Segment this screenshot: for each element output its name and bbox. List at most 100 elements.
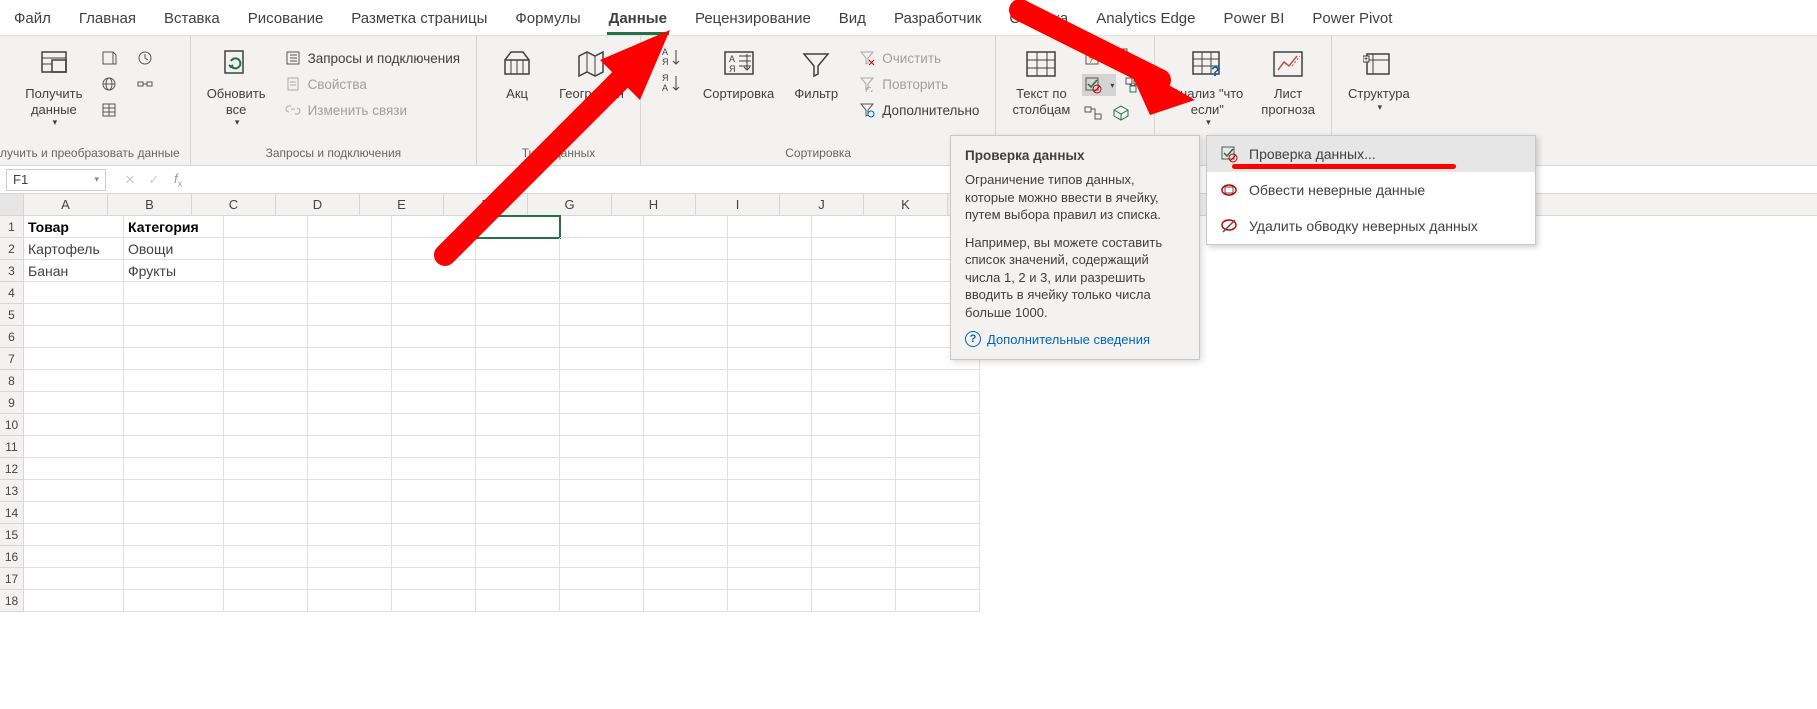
cell[interactable] (24, 392, 124, 414)
cell[interactable] (476, 590, 560, 612)
cell[interactable] (812, 348, 896, 370)
cell[interactable] (476, 392, 560, 414)
row-header[interactable]: 2 (0, 238, 24, 260)
cell[interactable] (560, 304, 644, 326)
row-header[interactable]: 16 (0, 546, 24, 568)
geography-button[interactable]: География▾ (553, 40, 630, 116)
cell[interactable] (644, 260, 728, 282)
cell[interactable] (392, 480, 476, 502)
outline-button[interactable]: + Структура▾ (1342, 40, 1416, 116)
cell[interactable] (224, 326, 308, 348)
cell[interactable] (392, 436, 476, 458)
cell[interactable] (560, 436, 644, 458)
cell[interactable] (476, 260, 560, 282)
cell[interactable] (812, 392, 896, 414)
cell[interactable] (560, 502, 644, 524)
cell[interactable] (392, 502, 476, 524)
cell[interactable] (308, 392, 392, 414)
cell[interactable] (728, 326, 812, 348)
from-table-button[interactable] (94, 98, 124, 122)
row-header[interactable]: 17 (0, 568, 24, 590)
cell[interactable] (308, 370, 392, 392)
cell[interactable] (644, 590, 728, 612)
cell[interactable] (644, 524, 728, 546)
cell[interactable] (124, 546, 224, 568)
cell[interactable] (308, 480, 392, 502)
cell[interactable] (476, 524, 560, 546)
cell[interactable] (24, 436, 124, 458)
tab-developer[interactable]: Разработчик (880, 2, 995, 34)
col-header-C[interactable]: C (192, 194, 276, 215)
cell[interactable] (308, 282, 392, 304)
cell[interactable] (308, 260, 392, 282)
cell[interactable] (812, 216, 896, 238)
refresh-all-button[interactable]: Обновить все▾ (201, 40, 272, 132)
cell[interactable] (308, 590, 392, 612)
cell[interactable] (24, 348, 124, 370)
cell[interactable] (728, 392, 812, 414)
cell[interactable] (896, 458, 980, 480)
col-header-E[interactable]: E (360, 194, 444, 215)
cell[interactable] (24, 480, 124, 502)
cell[interactable] (308, 238, 392, 260)
cell[interactable] (392, 546, 476, 568)
cell[interactable] (812, 304, 896, 326)
cell[interactable] (560, 282, 644, 304)
cell[interactable] (812, 458, 896, 480)
cell[interactable] (560, 590, 644, 612)
tab-analytics-edge[interactable]: Analytics Edge (1082, 2, 1209, 34)
cell[interactable] (644, 458, 728, 480)
cell[interactable]: Овощи (124, 238, 224, 260)
tab-formulas[interactable]: Формулы (501, 2, 594, 34)
row-header[interactable]: 4 (0, 282, 24, 304)
cell[interactable] (124, 370, 224, 392)
cell[interactable] (476, 304, 560, 326)
cell[interactable] (392, 238, 476, 260)
cell[interactable] (644, 436, 728, 458)
cell[interactable] (812, 260, 896, 282)
row-header[interactable]: 11 (0, 436, 24, 458)
cell[interactable] (392, 458, 476, 480)
cell[interactable] (224, 524, 308, 546)
cell[interactable] (476, 282, 560, 304)
cell[interactable] (392, 216, 476, 238)
col-header-K[interactable]: K (864, 194, 948, 215)
cell[interactable] (224, 392, 308, 414)
cell[interactable] (124, 436, 224, 458)
cell[interactable] (812, 524, 896, 546)
cell[interactable] (124, 568, 224, 590)
cell[interactable] (392, 326, 476, 348)
cell[interactable] (124, 348, 224, 370)
cell[interactable] (308, 568, 392, 590)
cell[interactable] (124, 480, 224, 502)
cell[interactable] (308, 216, 392, 238)
cell[interactable] (392, 348, 476, 370)
cell[interactable] (644, 546, 728, 568)
row-header[interactable]: 3 (0, 260, 24, 282)
cell[interactable] (644, 480, 728, 502)
cell[interactable] (560, 546, 644, 568)
cell[interactable] (728, 414, 812, 436)
cell[interactable] (644, 348, 728, 370)
cell[interactable] (644, 326, 728, 348)
cell[interactable] (728, 304, 812, 326)
cell[interactable] (308, 502, 392, 524)
cell[interactable] (476, 348, 560, 370)
cell[interactable] (644, 502, 728, 524)
cell[interactable] (392, 370, 476, 392)
cell[interactable] (896, 392, 980, 414)
cell[interactable] (124, 282, 224, 304)
cell[interactable] (728, 590, 812, 612)
row-header[interactable]: 6 (0, 326, 24, 348)
cell[interactable] (24, 414, 124, 436)
cell[interactable]: Фрукты (124, 260, 224, 282)
col-header-B[interactable]: B (108, 194, 192, 215)
cell[interactable] (644, 392, 728, 414)
cell[interactable] (124, 524, 224, 546)
cell[interactable] (124, 458, 224, 480)
row-header[interactable]: 13 (0, 480, 24, 502)
cell[interactable] (560, 392, 644, 414)
cell[interactable] (812, 282, 896, 304)
cell[interactable] (308, 436, 392, 458)
cell-selected[interactable] (476, 216, 560, 238)
